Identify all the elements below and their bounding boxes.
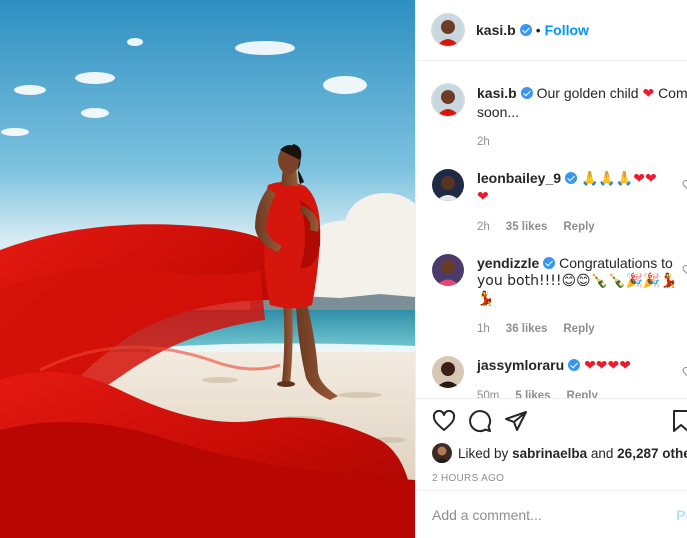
comment-time[interactable]: 2h [477,218,490,236]
likes-summary: Liked by sabrinaelba and 26,287 others [432,443,687,463]
comment-time[interactable]: 1h [477,320,490,338]
comment-time[interactable]: 50m [477,387,499,398]
comments-list[interactable]: kasi.b Our golden child ❤ Coming soon...… [416,62,687,398]
comment-likes[interactable]: 35 likes [506,218,548,236]
liker-avatar-image [432,443,452,463]
comment-likes[interactable]: 5 likes [515,387,550,398]
comment-text-line2: ❤ [477,189,489,205]
liked-by-prefix: Liked by [458,445,509,461]
commenter-avatar-image [432,169,464,201]
author-username[interactable]: kasi.b [476,22,532,38]
caption-username[interactable]: kasi.b [477,85,517,101]
comment-item: leonbailey_9 🙏🙏🙏❤❤ ❤ 2h 35 likes Reply [432,169,687,236]
bookmark-icon[interactable] [670,409,687,433]
commenter-avatar[interactable] [432,356,464,388]
comment-like-heart-icon[interactable] [682,264,687,276]
reply-button[interactable]: Reply [563,218,594,236]
reply-button[interactable]: Reply [567,387,598,398]
caption-avatar[interactable] [432,84,464,116]
comment-text-line1: ❤❤❤❤ [584,358,631,374]
author-username-text[interactable]: kasi.b [476,22,516,38]
comment-text-line3: 💃 [477,291,495,307]
commenter-avatar[interactable] [432,254,464,286]
comment-like-heart-icon[interactable] [682,366,687,378]
share-icon[interactable] [504,409,528,433]
verified-icon [568,359,581,371]
comment-item: jassymloraru ❤❤❤❤ 50m 5 likes Reply [432,356,687,398]
likes-text: Liked by sabrinaelba and 26,287 others [458,446,687,461]
liked-by-and: and [590,445,614,461]
verified-icon [543,257,556,269]
comment-username[interactable]: leonbailey_9 [477,170,561,186]
post-actions: Liked by sabrinaelba and 26,287 others 2… [416,398,687,484]
comment-text-line1: 🙏🙏🙏❤❤ [580,171,657,187]
comment-username[interactable]: yendizzle [477,255,539,271]
follow-separator: • [535,22,541,38]
liker-username[interactable]: sabrinaelba [512,446,587,461]
comment-likes[interactable]: 36 likes [506,320,548,338]
caption-heart: ❤ [642,86,655,102]
comment-text-line1: Congratulations to [559,255,673,271]
caption-text-line1-end: Coming [658,85,687,101]
action-icons [432,407,687,435]
comment-text-line2: you both!!!!😊😊🍾🍾🎉🎉💃 [477,273,678,289]
post-photo[interactable] [0,0,415,538]
comment-username[interactable]: jassymloraru [477,357,564,373]
follow-button[interactable]: Follow [545,22,589,38]
author-avatar[interactable] [432,14,464,46]
liker-avatar[interactable] [432,443,452,463]
post-header: kasi.b • Follow [416,0,687,61]
likes-count[interactable]: 26,287 others [617,446,687,461]
verified-icon [565,172,578,184]
reply-button[interactable]: Reply [563,320,594,338]
caption: kasi.b Our golden child ❤ Coming soon...… [432,84,687,151]
post-timestamp[interactable]: 2 HOURS AGO [432,473,672,484]
add-comment-bar: Po [416,490,687,538]
like-heart-icon[interactable] [432,409,456,433]
commenter-avatar-image [432,356,464,388]
post-panel: kasi.b • Follow kasi.b Our golden child … [415,0,687,538]
author-avatar-image [432,14,464,46]
verified-icon [519,24,532,36]
comment-item: yendizzle Congratulations to you both!!!… [432,254,687,338]
comment-icon[interactable] [468,409,492,433]
caption-avatar-image [432,84,464,116]
commenter-avatar-image [432,254,464,286]
verified-icon [520,87,533,99]
photo-scene [0,0,415,538]
caption-text-line1: Our golden child [536,85,639,101]
commenter-avatar[interactable] [432,169,464,201]
post-comment-button[interactable]: Po [676,507,687,523]
caption-time[interactable]: 2h [477,133,490,151]
comment-like-heart-icon[interactable] [682,179,687,191]
caption-text-line2: soon... [477,104,520,120]
comment-input[interactable] [432,506,662,523]
